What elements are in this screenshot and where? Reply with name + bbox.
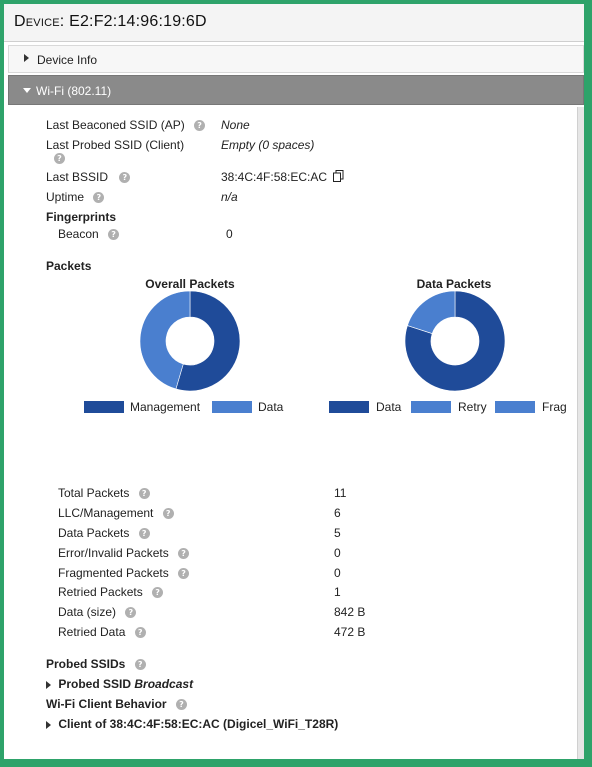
legend-label-management: Management [130, 400, 201, 414]
stat-value: 842 B [334, 605, 366, 619]
wifi-label: Wi-Fi (802.11) [36, 84, 112, 98]
stat-row: Retried Data ? [58, 625, 146, 639]
slice-retry [407, 290, 456, 334]
legend-label-data: Data [258, 400, 284, 414]
fingerprints-heading: Fingerprints [46, 210, 117, 224]
stat-label: Retried Packets [58, 585, 143, 599]
uptime-value: n/a [221, 190, 238, 204]
legend-swatch-data [329, 401, 369, 413]
last-bssid-value-row: 38:4C:4F:58:EC:AC [221, 170, 344, 185]
stat-label: LLC/Management [58, 506, 154, 520]
stat-row: Total Packets ? [58, 486, 150, 500]
legend-swatch-frag [495, 401, 535, 413]
stat-value: 0 [334, 546, 341, 560]
field-label: Last Beaconed SSID (AP) [46, 118, 185, 132]
help-icon[interactable]: ? [162, 508, 174, 520]
stat-row: Retried Packets ? [58, 585, 164, 599]
device-panel: Device: E2:F2:14:96:19:6D Device Info Wi… [4, 4, 584, 759]
uptime-row: Uptime ? [46, 190, 105, 204]
legend-label-retry: Retry [458, 400, 487, 414]
help-icon[interactable]: ? [138, 528, 150, 540]
help-icon[interactable]: ? [108, 229, 120, 241]
data-packets-donut [404, 290, 506, 392]
title-prefix: Device: [14, 13, 65, 30]
overall-packets-legend: Management Data [84, 400, 304, 414]
legend-label-frag: Frag [542, 400, 567, 414]
triangle-right-icon [24, 54, 29, 62]
client-behavior-heading: Wi-Fi Client Behavior [46, 697, 167, 711]
probed-ssids-heading-row: Probed SSIDs ? [46, 657, 146, 671]
title-bar: Device: E2:F2:14:96:19:6D [4, 4, 584, 42]
field-label: Last BSSID [46, 170, 109, 184]
field-label: Uptime [46, 190, 85, 204]
stat-row: Data Packets ? [58, 526, 150, 540]
client-of-label: Client of 38:4C:4F:58:EC:AC (Digicel_WiF… [58, 717, 339, 731]
wifi-section-header[interactable]: Wi-Fi (802.11) [8, 75, 584, 105]
client-behavior-heading-row: Wi-Fi Client Behavior ? [46, 697, 187, 711]
last-bssid-value: 38:4C:4F:58:EC:AC [221, 170, 328, 184]
stat-label: Fragmented Packets [58, 566, 169, 580]
help-icon[interactable]: ? [175, 699, 187, 711]
field-label: Beacon [58, 227, 99, 241]
stat-label: Retried Data [58, 625, 126, 639]
help-icon[interactable]: ? [134, 659, 146, 671]
last-bssid-row: Last BSSID ? [46, 170, 131, 184]
probed-ssid-name: Broadcast [134, 677, 194, 691]
stat-value: 6 [334, 506, 341, 520]
triangle-down-icon [23, 88, 31, 93]
probed-ssid-prefix: Probed SSID [58, 677, 132, 691]
legend-label-data: Data [376, 400, 402, 414]
packets-heading: Packets [46, 259, 92, 273]
device-id: E2:F2:14:96:19:6D [69, 13, 207, 30]
last-beaconed-ssid-row: Last Beaconed SSID (AP) ? [46, 118, 206, 132]
last-probed-ssid-row: Last Probed SSID (Client) [46, 138, 184, 152]
device-info-label: Device Info [37, 53, 98, 67]
stat-row: LLC/Management ? [58, 506, 174, 520]
stat-label: Error/Invalid Packets [58, 546, 169, 560]
scrollbar[interactable] [577, 107, 584, 759]
stat-value: 0 [334, 566, 341, 580]
triangle-right-icon [46, 680, 51, 689]
help-icon[interactable]: ? [125, 607, 137, 619]
stat-label: Total Packets [58, 486, 130, 500]
stat-label: Data (size) [58, 605, 117, 619]
probed-ssids-heading: Probed SSIDs [46, 657, 126, 671]
client-of-item[interactable]: Client of 38:4C:4F:58:EC:AC (Digicel_WiF… [46, 717, 338, 731]
last-beaconed-ssid-value: None [221, 118, 250, 132]
help-icon[interactable]: ? [119, 172, 131, 184]
help-icon[interactable]: ? [178, 568, 190, 580]
help-icon[interactable]: ? [54, 153, 65, 164]
stat-value: 472 B [334, 625, 366, 639]
legend-swatch-retry [411, 401, 451, 413]
device-info-section-header[interactable]: Device Info [8, 45, 584, 73]
stat-label: Data Packets [58, 526, 130, 540]
overall-packets-donut [139, 290, 241, 392]
last-probed-ssid-value: Empty (0 spaces) [221, 138, 315, 152]
data-packets-legend: Data Retry Frag [329, 400, 577, 414]
help-icon[interactable]: ? [178, 548, 190, 560]
field-label: Last Probed SSID (Client) [46, 138, 185, 152]
stat-value: 5 [334, 526, 341, 540]
stat-value: 11 [334, 486, 347, 500]
help-icon[interactable]: ? [152, 587, 164, 599]
beacon-value: 0 [226, 227, 233, 241]
page-title: Device: E2:F2:14:96:19:6D [14, 13, 207, 31]
legend-swatch-management [84, 401, 124, 413]
stat-value: 1 [334, 585, 341, 599]
help-icon[interactable]: ? [134, 627, 146, 639]
help-icon[interactable]: ? [194, 120, 206, 132]
stat-row: Fragmented Packets ? [58, 566, 190, 580]
help-icon[interactable]: ? [93, 192, 105, 204]
legend-swatch-data [212, 401, 252, 413]
stat-row: Error/Invalid Packets ? [58, 546, 190, 560]
triangle-right-icon [46, 720, 51, 729]
copy-icon[interactable] [333, 170, 344, 185]
beacon-row: Beacon ? [58, 227, 120, 241]
help-icon[interactable]: ? [138, 488, 150, 500]
stat-row: Data (size) ? [58, 605, 137, 619]
probed-ssid-item[interactable]: Probed SSID Broadcast [46, 677, 193, 691]
